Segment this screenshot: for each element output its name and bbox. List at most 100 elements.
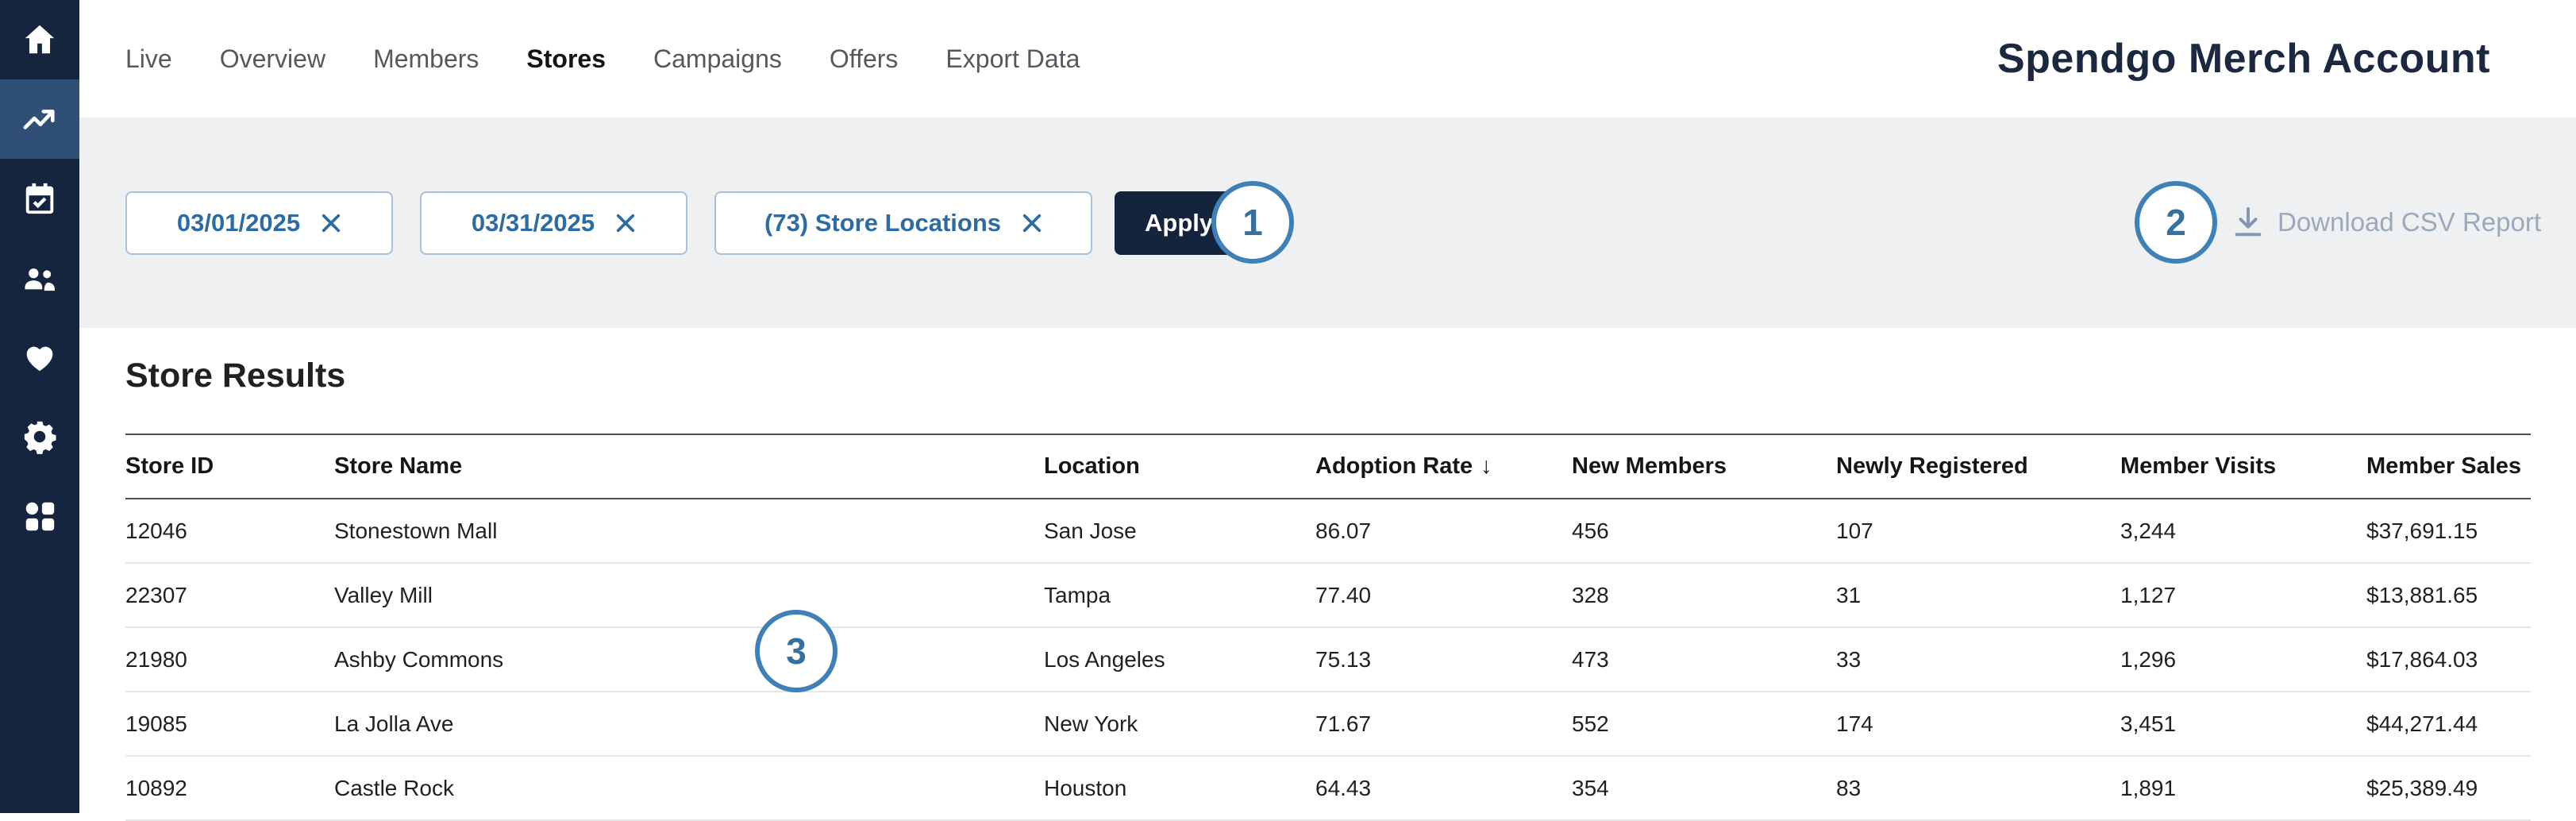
nav-tab-offers[interactable]: Offers [830,44,899,74]
nav-tab-export-data[interactable]: Export Data [945,44,1080,74]
download-icon [2230,204,2266,241]
annotation-step-1: 1 [1211,181,1294,264]
main-nav: Live Overview Members Stores Campaigns O… [125,44,1080,74]
cell-newly-registered: 33 [1836,627,2120,692]
cell-new-members: 473 [1572,627,1836,692]
calendar-check-icon [21,180,58,217]
table-row: 12046 Stonestown Mall San Jose 86.07 456… [125,499,2531,563]
cell-member-visits: 1,127 [2120,563,2366,627]
store-results-table: Store ID Store Name Location Adoption Ra… [125,434,2531,821]
cell-member-sales: $44,271.44 [2366,692,2531,756]
filter-chip-label: 03/01/2025 [177,209,300,237]
apps-icon [21,498,58,534]
close-icon[interactable] [615,213,636,233]
sidebar-item-calendar[interactable] [0,159,79,238]
cell-store-name: Valley Mill [334,563,1044,627]
cell-newly-registered: 174 [1836,692,2120,756]
column-header-store-name[interactable]: Store Name [334,434,1044,499]
cell-new-members: 552 [1572,692,1836,756]
cell-store-id: 21980 [125,627,334,692]
sidebar-item-home[interactable] [0,0,79,79]
nav-tab-campaigns[interactable]: Campaigns [653,44,782,74]
cell-adoption-rate: 64.43 [1315,756,1572,820]
nav-tab-live[interactable]: Live [125,44,172,74]
cell-member-visits: 3,451 [2120,692,2366,756]
cell-store-name: Ashby Commons [334,627,1044,692]
column-header-label: Adoption Rate [1315,453,1473,479]
cell-location: San Jose [1044,499,1315,563]
cell-adoption-rate: 75.13 [1315,627,1572,692]
cell-store-id: 22307 [125,563,334,627]
table-row: 10892 Castle Rock Houston 64.43 354 83 1… [125,756,2531,820]
sidebar-item-integrations[interactable] [0,476,79,556]
filter-chips: 03/01/2025 03/31/2025 (73) Store Locatio… [125,191,1092,255]
download-csv-link[interactable]: Download CSV Report [2230,204,2541,241]
column-header-new-members[interactable]: New Members [1572,434,1836,499]
table-body: 12046 Stonestown Mall San Jose 86.07 456… [125,499,2531,820]
people-icon [21,260,58,296]
cell-adoption-rate: 77.40 [1315,563,1572,627]
table-row: 19085 La Jolla Ave New York 71.67 552 17… [125,692,2531,756]
app: Live Overview Members Stores Campaigns O… [0,0,2576,813]
column-header-newly-registered[interactable]: Newly Registered [1836,434,2120,499]
column-header-member-sales[interactable]: Member Sales [2366,434,2531,499]
cell-location: Los Angeles [1044,627,1315,692]
cell-adoption-rate: 86.07 [1315,499,1572,563]
table-header: Store ID Store Name Location Adoption Ra… [125,434,2531,499]
cell-adoption-rate: 71.67 [1315,692,1572,756]
sort-desc-icon: ↓ [1481,453,1492,479]
close-icon[interactable] [321,213,341,233]
cell-store-name: Stonestown Mall [334,499,1044,563]
cell-new-members: 354 [1572,756,1836,820]
sidebar-item-favorites[interactable] [0,318,79,397]
cell-location: New York [1044,692,1315,756]
sidebar-item-members[interactable] [0,238,79,318]
cell-location: Houston [1044,756,1315,820]
cell-member-sales: $37,691.15 [2366,499,2531,563]
section-title: Store Results [125,357,2531,395]
main-panel: Store Results Store ID Store Name Locati… [79,328,2576,821]
filter-chip-end-date[interactable]: 03/31/2025 [420,191,687,255]
nav-tab-overview[interactable]: Overview [220,44,325,74]
sidebar-item-settings[interactable] [0,397,79,476]
filter-chip-label: 03/31/2025 [472,209,595,237]
cell-newly-registered: 83 [1836,756,2120,820]
cell-member-visits: 3,244 [2120,499,2366,563]
table-row: 22307 Valley Mill Tampa 77.40 328 31 1,1… [125,563,2531,627]
cell-member-visits: 1,891 [2120,756,2366,820]
filter-chip-store-locations[interactable]: (73) Store Locations [714,191,1092,255]
close-icon[interactable] [1022,213,1042,233]
cell-member-sales: $25,389.49 [2366,756,2531,820]
column-header-location[interactable]: Location [1044,434,1315,499]
content: Live Overview Members Stores Campaigns O… [79,0,2576,813]
table-header-row: Store ID Store Name Location Adoption Ra… [125,434,2531,499]
nav-tab-stores[interactable]: Stores [526,44,606,74]
sidebar-item-analytics[interactable] [0,79,79,159]
account-title: Spendgo Merch Account [1997,35,2490,83]
cell-newly-registered: 107 [1836,499,2120,563]
analytics-icon [21,101,58,137]
table-row: 21980 Ashby Commons Los Angeles 75.13 47… [125,627,2531,692]
column-header-member-visits[interactable]: Member Visits [2120,434,2366,499]
filter-chip-start-date[interactable]: 03/01/2025 [125,191,393,255]
column-header-adoption-rate[interactable]: Adoption Rate ↓ [1315,434,1572,499]
cell-store-name: Castle Rock [334,756,1044,820]
annotation-step-2: 2 [2135,181,2217,264]
heart-icon [21,339,58,376]
top-bar: Live Overview Members Stores Campaigns O… [79,0,2576,118]
cell-store-id: 10892 [125,756,334,820]
home-icon [21,21,58,58]
cell-store-id: 19085 [125,692,334,756]
cell-member-visits: 1,296 [2120,627,2366,692]
cell-store-id: 12046 [125,499,334,563]
filter-chip-label: (73) Store Locations [764,209,1001,237]
download-group: 2 Download CSV Report [2135,181,2541,264]
filter-bar: 03/01/2025 03/31/2025 (73) Store Locatio… [79,118,2576,328]
download-csv-label: Download CSV Report [2278,207,2541,237]
sidebar [0,0,79,813]
cell-new-members: 328 [1572,563,1836,627]
nav-tab-members[interactable]: Members [373,44,479,74]
cell-location: Tampa [1044,563,1315,627]
annotation-step-3: 3 [755,610,837,692]
column-header-store-id[interactable]: Store ID [125,434,334,499]
